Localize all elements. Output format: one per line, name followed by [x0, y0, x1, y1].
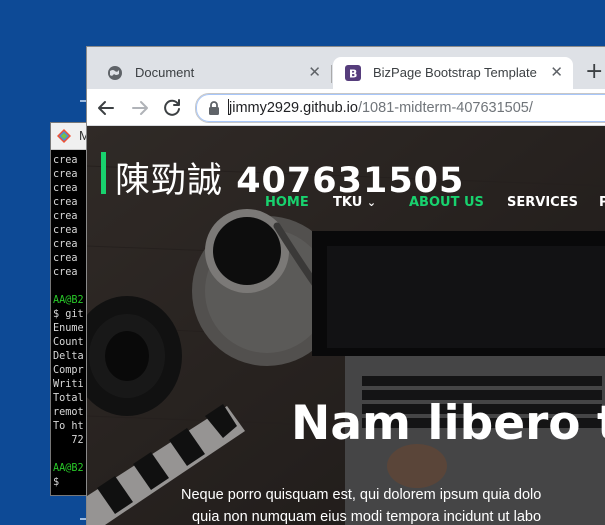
reload-icon[interactable]: [161, 97, 183, 119]
tab-title: Document: [135, 65, 195, 80]
tab-bizpage[interactable]: B BizPage Bootstrap Template ✕: [333, 57, 573, 89]
tab-title: BizPage Bootstrap Template: [373, 65, 537, 80]
nav-services[interactable]: SERVICES: [507, 195, 578, 210]
hero-heading: Nam libero te: [291, 396, 605, 451]
web-page[interactable]: 陳勁誠 407631505 HOME TKU ⌄ ABOUT US SERVIC…: [87, 126, 605, 525]
chevron-down-icon: ⌄: [366, 196, 377, 209]
tab-strip: Document ✕ B BizPage Bootstrap Template …: [87, 47, 605, 89]
close-icon[interactable]: ✕: [550, 63, 563, 81]
logo-accent-bar: [101, 152, 106, 194]
browser-toolbar: jimmy2929.github.io/1081-midterm-4076315…: [87, 89, 605, 126]
forward-arrow-icon[interactable]: [129, 97, 151, 119]
svg-text:B: B: [349, 68, 357, 81]
nav-tku[interactable]: TKU ⌄: [333, 195, 376, 210]
url-host: jimmy2929.github.io: [229, 100, 358, 116]
logo-name: 陳勁誠: [115, 161, 224, 201]
nav-label: TKU: [333, 195, 363, 210]
new-tab-button[interactable]: +: [585, 59, 603, 84]
lock-icon[interactable]: [208, 101, 220, 115]
browser-window[interactable]: Document ✕ B BizPage Bootstrap Template …: [86, 46, 605, 525]
close-icon[interactable]: ✕: [308, 63, 321, 81]
nav-portfolio[interactable]: P: [599, 195, 605, 210]
hero-text: Neque porro quisquam est, qui dolorem ip…: [181, 487, 542, 503]
address-bar[interactable]: jimmy2929.github.io/1081-midterm-4076315…: [195, 93, 605, 123]
nav-about-us[interactable]: ABOUT US: [409, 195, 484, 210]
hero-text: quia non numquam eius modi tempora incid…: [192, 509, 542, 525]
back-arrow-icon[interactable]: [95, 97, 117, 119]
bootstrap-icon: B: [345, 65, 361, 81]
tab-document[interactable]: Document ✕: [95, 57, 331, 89]
url-path: /1081-midterm-407631505/: [357, 100, 533, 116]
url-text[interactable]: jimmy2929.github.io/1081-midterm-4076315…: [228, 99, 533, 116]
tab-separator: [331, 65, 332, 83]
nav-home[interactable]: HOME: [265, 195, 309, 210]
globe-icon: [108, 66, 122, 80]
git-bash-icon: [57, 129, 71, 143]
